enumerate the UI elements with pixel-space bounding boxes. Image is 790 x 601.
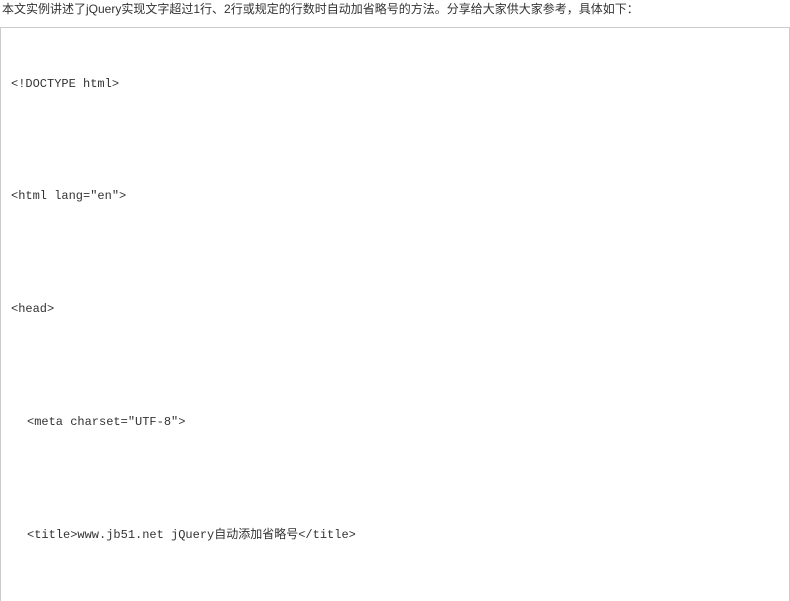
code-line: <head> bbox=[11, 300, 779, 318]
code-line: <title>www.jb51.net jQuery自动添加省略号</title… bbox=[11, 526, 779, 544]
blank-line bbox=[11, 469, 779, 487]
blank-line bbox=[11, 356, 779, 374]
code-line: <html lang="en"> bbox=[11, 187, 779, 205]
code-line: <!DOCTYPE html> bbox=[11, 75, 779, 93]
intro-paragraph: 本文实例讲述了jQuery实现文字超过1行、2行或规定的行数时自动加省略号的方法… bbox=[0, 0, 790, 21]
code-block: <!DOCTYPE html> <html lang="en"> <head> … bbox=[0, 27, 790, 601]
blank-line bbox=[11, 244, 779, 262]
blank-line bbox=[11, 582, 779, 600]
blank-line bbox=[11, 131, 779, 149]
code-line: <meta charset="UTF-8"> bbox=[11, 413, 779, 431]
